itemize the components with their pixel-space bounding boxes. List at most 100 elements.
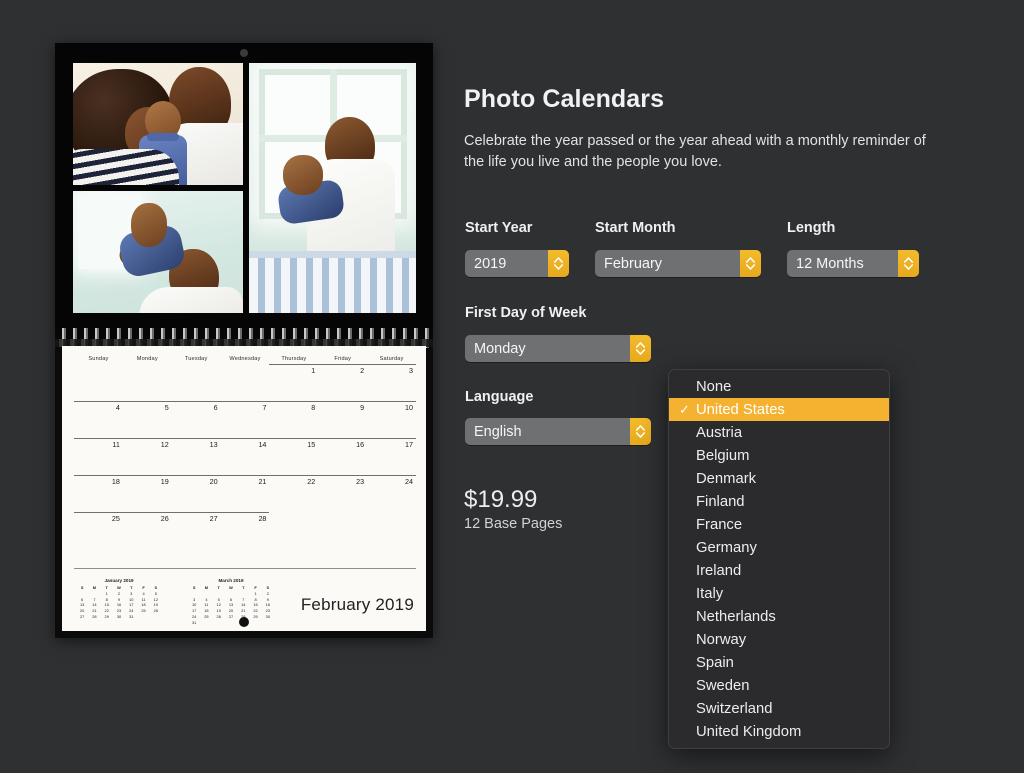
calendar-day-cell[interactable]: 7 xyxy=(220,401,270,438)
checkmark-icon: ✓ xyxy=(673,448,696,464)
calendar-month-page: Sunday Monday Tuesday Wednesday Thursday Frid… xyxy=(62,346,426,631)
mini-calendar-day xyxy=(249,620,261,626)
checkmark-icon: ✓ xyxy=(673,655,696,671)
menu-item[interactable]: ✓ United States xyxy=(669,398,889,421)
menu-item[interactable]: ✓Switzerland xyxy=(669,697,889,720)
start-month-value: February xyxy=(604,255,663,272)
calendar-day-cell[interactable]: 21 xyxy=(220,475,270,512)
menu-item[interactable]: ✓None xyxy=(669,375,889,398)
language-value: English xyxy=(474,423,522,440)
calendar-day-cell[interactable]: 24 xyxy=(367,475,417,512)
menu-item[interactable]: ✓Denmark xyxy=(669,467,889,490)
calendar-day-cell[interactable] xyxy=(221,364,270,401)
calendar-day-cell[interactable] xyxy=(269,512,318,549)
collage-photo-family-kiss[interactable] xyxy=(73,63,243,185)
calendar-day-cell[interactable]: 20 xyxy=(171,475,221,512)
menu-item[interactable]: ✓Austria xyxy=(669,421,889,444)
calendar-day-cell[interactable]: 28 xyxy=(220,512,270,549)
menu-item[interactable]: ✓Finland xyxy=(669,490,889,513)
calendar-day-cell[interactable]: 17 xyxy=(367,438,417,475)
product-price: $19.99 xyxy=(464,486,538,513)
label-language: Language xyxy=(465,389,534,405)
menu-item-label: Germany xyxy=(696,539,757,556)
checkmark-icon: ✓ xyxy=(673,379,696,395)
menu-item-label: Spain xyxy=(696,654,734,671)
menu-item-label: United Kingdom xyxy=(696,723,802,740)
language-stepper-icon[interactable] xyxy=(630,418,651,445)
start-month-stepper-icon[interactable] xyxy=(740,250,761,277)
mini-calendar-day: 29 xyxy=(104,614,109,620)
checkmark-icon: ✓ xyxy=(673,563,696,579)
menu-item[interactable]: ✓Belgium xyxy=(669,444,889,467)
calendar-weeks: 1 2 3 4 5 6 7 8 9 10 11 12 13 14 15 16 17 18 19 20 21 22 23 24 2… xyxy=(74,364,417,549)
menu-item-label: France xyxy=(696,516,743,533)
menu-item[interactable]: ✓Spain xyxy=(669,651,889,674)
holidays-country-menu[interactable]: ✓None✓United States✓Austria✓Belgium✓Denm… xyxy=(668,369,890,749)
language-popup[interactable]: English xyxy=(465,418,651,445)
calendar-day-cell[interactable]: 10 xyxy=(367,401,417,438)
length-popup[interactable]: 12 Months xyxy=(787,250,919,277)
menu-item-label: Finland xyxy=(696,493,745,510)
menu-item[interactable]: ✓United Kingdom xyxy=(669,720,889,743)
start-year-popup[interactable]: 2019 xyxy=(465,250,569,277)
menu-item[interactable]: ✓France xyxy=(669,513,889,536)
calendar-day-cell[interactable]: 12 xyxy=(122,438,172,475)
calendar-day-cell[interactable]: 22 xyxy=(269,475,319,512)
start-year-stepper-icon[interactable] xyxy=(548,250,569,277)
calendar-day-cell[interactable]: 27 xyxy=(171,512,221,549)
collage-photo-dad-holding-baby[interactable] xyxy=(249,63,416,313)
photo-collage-page xyxy=(55,43,433,328)
calendar-day-cell[interactable]: 3 xyxy=(367,364,417,401)
calendar-week-row: 25 26 27 28 xyxy=(74,512,416,549)
calendar-day-cell[interactable]: 9 xyxy=(318,401,368,438)
menu-item[interactable]: ✓Netherlands xyxy=(669,605,889,628)
menu-item[interactable]: ✓Ireland xyxy=(669,559,889,582)
page-title: Photo Calendars xyxy=(464,85,665,113)
collage-photo-dad-lifting-baby[interactable] xyxy=(73,191,243,313)
calendar-day-cell[interactable]: 4 xyxy=(74,401,123,438)
mini-calendar-day xyxy=(150,614,162,620)
calendar-week-row: 4 5 6 7 8 9 10 xyxy=(74,401,417,438)
first-day-of-week-popup[interactable]: Monday xyxy=(465,335,651,362)
calendar-day-cell[interactable]: 1 xyxy=(269,364,319,401)
calendar-day-cell[interactable]: 15 xyxy=(269,438,319,475)
first-day-of-week-stepper-icon[interactable] xyxy=(630,335,651,362)
calendar-day-cell[interactable]: 5 xyxy=(122,401,172,438)
calendar-day-cell[interactable]: 19 xyxy=(122,475,172,512)
calendar-day-name: Thursday xyxy=(281,356,307,362)
start-month-popup[interactable]: February xyxy=(595,250,761,277)
calendar-day-cell[interactable]: 2 xyxy=(318,364,368,401)
calendar-day-cell[interactable]: 16 xyxy=(318,438,368,475)
calendar-day-cell[interactable]: 26 xyxy=(122,512,172,549)
calendar-day-cell[interactable] xyxy=(318,512,367,549)
calendar-day-cell[interactable]: 14 xyxy=(220,438,270,475)
menu-item[interactable]: ✓Italy xyxy=(669,582,889,605)
calendar-day-cell[interactable] xyxy=(172,364,221,401)
calendar-preview[interactable]: Sunday Monday Tuesday Wednesday Thursday Frid… xyxy=(55,43,433,638)
menu-item-label: Denmark xyxy=(696,470,757,487)
calendar-day-cell[interactable]: 18 xyxy=(74,475,123,512)
calendar-month-label: February 2019 xyxy=(300,595,414,614)
mini-calendar-day: 30 xyxy=(116,614,122,620)
calendar-day-cell[interactable] xyxy=(367,512,416,549)
page-description: Celebrate the year passed or the year ah… xyxy=(464,133,926,170)
mini-calendar-title: January 2019 xyxy=(104,578,134,583)
calendar-day-cell[interactable]: 6 xyxy=(171,401,221,438)
calendar-day-cell[interactable]: 11 xyxy=(74,438,123,475)
label-start-year: Start Year xyxy=(465,220,533,236)
menu-item-label: Belgium xyxy=(696,447,750,464)
calendar-day-cell[interactable]: 25 xyxy=(74,512,123,549)
start-year-value: 2019 xyxy=(474,255,507,272)
calendar-day-cell[interactable] xyxy=(123,364,172,401)
checkmark-icon: ✓ xyxy=(679,401,690,417)
menu-item[interactable]: ✓Germany xyxy=(669,536,889,559)
calendar-day-cell[interactable]: 8 xyxy=(269,401,319,438)
calendar-day-cell[interactable]: 13 xyxy=(171,438,221,475)
length-stepper-icon[interactable] xyxy=(898,250,919,277)
page-dot-icon xyxy=(239,617,249,627)
menu-item[interactable]: ✓Sweden xyxy=(669,674,889,697)
calendar-day-cell[interactable]: 23 xyxy=(318,475,368,512)
menu-item-label: None xyxy=(696,378,732,395)
menu-item[interactable]: ✓Norway xyxy=(669,628,889,651)
calendar-day-cell[interactable] xyxy=(74,364,123,401)
